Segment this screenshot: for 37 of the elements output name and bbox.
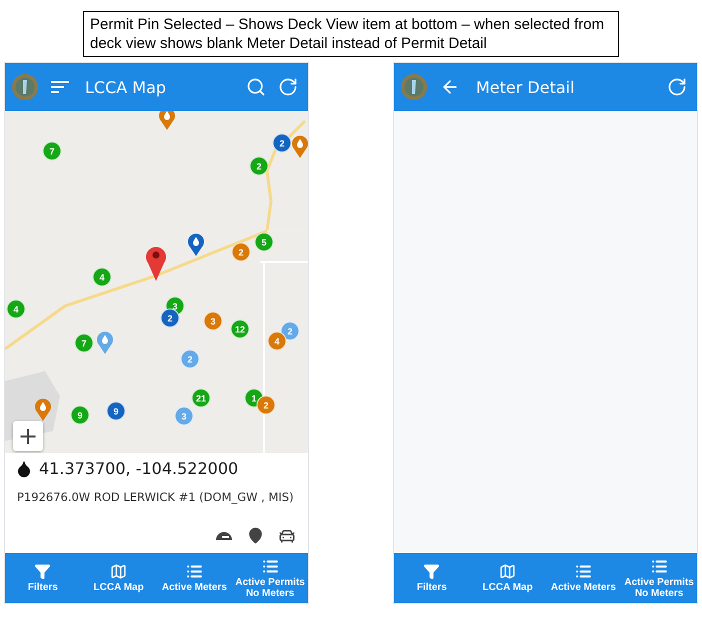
menu-button[interactable] xyxy=(51,80,69,94)
map-pin-icon[interactable] xyxy=(291,134,308,158)
annotation-note: Permit Pin Selected – Shows Deck View item at bottom – when selected from deck view shows blank Meter Detail instead of Permit Detail xyxy=(83,11,619,57)
map-icon xyxy=(110,563,128,580)
nav-tab[interactable]: Active Permits No Meters xyxy=(621,553,697,603)
search-button[interactable] xyxy=(246,77,266,97)
logo-icon xyxy=(400,73,428,101)
list-icon xyxy=(650,558,668,574)
map-pin-icon[interactable] xyxy=(158,111,176,130)
screen-title: Meter Detail xyxy=(476,78,576,96)
nav-tab[interactable]: LCCA Map xyxy=(470,553,546,603)
list-icon xyxy=(186,563,203,580)
filter-icon xyxy=(34,563,52,580)
map-icon xyxy=(499,563,516,580)
nav-tab[interactable]: Filters xyxy=(5,553,81,603)
zoom-in-button[interactable]: + xyxy=(13,421,43,451)
nav-tab[interactable]: Active Permits No Meters xyxy=(232,553,308,603)
location-pin-icon[interactable] xyxy=(247,527,264,544)
nav-tab[interactable]: Active Meters xyxy=(156,553,232,603)
nav-tab[interactable]: Active Meters xyxy=(546,553,622,603)
map-pin-icon[interactable] xyxy=(187,232,205,256)
list-icon xyxy=(262,558,279,574)
map-pin-icon[interactable] xyxy=(96,330,114,354)
car-icon[interactable] xyxy=(278,527,296,545)
screen-title: LCCA Map xyxy=(85,78,168,96)
logo-icon xyxy=(11,73,39,101)
refresh-button[interactable] xyxy=(278,77,298,97)
permit-text: P192676.0W ROD LERWICK #1 (DOM_GW , MIS) xyxy=(16,489,295,504)
refresh-button[interactable] xyxy=(667,77,687,97)
list-icon xyxy=(574,563,592,580)
filter-icon xyxy=(423,563,440,580)
nav-tab[interactable]: Filters xyxy=(394,553,470,603)
drop-icon xyxy=(15,460,33,478)
nav-tab[interactable]: LCCA Map xyxy=(80,553,156,603)
selected-pin-icon[interactable] xyxy=(145,245,167,281)
map-pin-icon[interactable] xyxy=(34,397,52,421)
coordinates-text: 41.373700, -104.522000 xyxy=(39,459,238,478)
